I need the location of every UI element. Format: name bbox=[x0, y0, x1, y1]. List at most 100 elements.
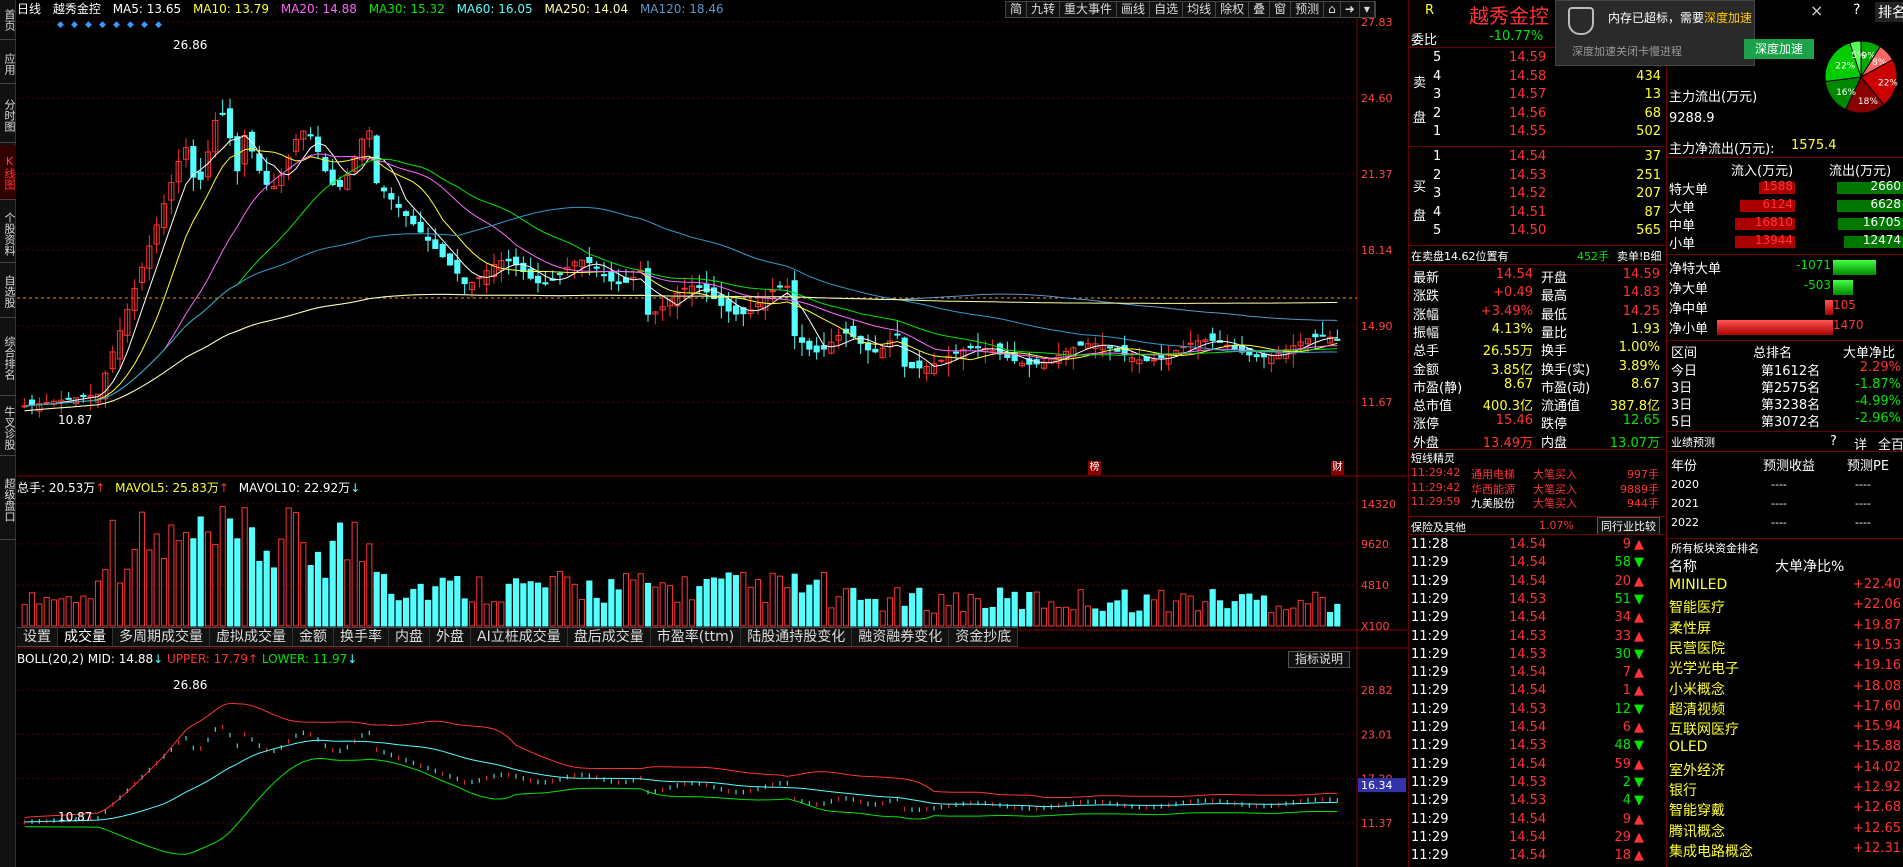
cai-marker[interactable]: 财 bbox=[1331, 461, 1344, 475]
sidebar-tab-6[interactable]: 综合排名 bbox=[0, 320, 16, 396]
volume-bar bbox=[710, 577, 718, 627]
boll-upper-line bbox=[24, 702, 1338, 818]
sidebar-tab-1[interactable]: 应用 bbox=[0, 44, 16, 84]
bid-price-1[interactable]: 14.53 bbox=[1509, 168, 1546, 183]
industry-compare-button[interactable]: 同行业比较 bbox=[1597, 517, 1660, 535]
indicator-tab-8[interactable]: AI立桩成交量 bbox=[471, 628, 568, 646]
sector-name-3[interactable]: 民营医院 bbox=[1669, 638, 1725, 658]
sector-ratio-header[interactable]: 大单净比% bbox=[1775, 556, 1844, 576]
indicator-explain-button[interactable]: 指标说明 bbox=[1288, 651, 1350, 668]
sector-name-10[interactable]: 银行 bbox=[1669, 780, 1697, 800]
volume-bar bbox=[872, 599, 879, 627]
sector-name-9[interactable]: 室外经济 bbox=[1669, 760, 1725, 780]
indicator-tab-11[interactable]: 陆股通持股变化 bbox=[741, 628, 853, 646]
sector-ratio-8: +15.88 bbox=[1852, 739, 1901, 755]
indicator-tab-12[interactable]: 融资融券变化 bbox=[852, 628, 950, 646]
industry-name[interactable]: 保险及其他 bbox=[1411, 519, 1466, 535]
ask-price-1[interactable]: 14.58 bbox=[1509, 69, 1546, 84]
forecast-help-button[interactable]: ? bbox=[1830, 434, 1837, 449]
sector-name-0[interactable]: MINILED bbox=[1669, 577, 1727, 593]
lock-icon[interactable]: ⌂ bbox=[1324, 2, 1341, 17]
volume-bar bbox=[571, 583, 578, 627]
bid-price-4[interactable]: 14.50 bbox=[1509, 223, 1546, 238]
indicator-tab-6[interactable]: 内盘 bbox=[389, 628, 430, 646]
toolbar-btn-7[interactable]: 叠 bbox=[1249, 2, 1271, 17]
sector-name-13[interactable]: 集成电路概念 bbox=[1669, 841, 1753, 861]
kline-charts[interactable]: ◆ ◆ ◆ ◆ ◆ ◆ ◆ ◆ 27.83 24.60 21.37 18.14 14.90 11.67 1… bbox=[17, 18, 1407, 867]
sidebar-tab-7[interactable]: 牛叉诊股 bbox=[0, 400, 16, 456]
deep-speedup-button[interactable]: 深度加速 bbox=[1744, 39, 1814, 59]
popup-link[interactable]: 深度加速 bbox=[1704, 11, 1752, 25]
bid-price-3[interactable]: 14.51 bbox=[1509, 205, 1546, 220]
sector-name-7[interactable]: 互联网医疗 bbox=[1669, 719, 1739, 739]
volume-bar bbox=[292, 512, 300, 627]
candle-body bbox=[1231, 345, 1238, 350]
indicator-tab-0[interactable]: 设置 bbox=[17, 628, 58, 646]
sector-name-1[interactable]: 智能医疗 bbox=[1669, 597, 1725, 617]
bid-price-0[interactable]: 14.54 bbox=[1509, 149, 1546, 164]
bid-price-2[interactable]: 14.52 bbox=[1509, 186, 1546, 201]
ask-price-2[interactable]: 14.57 bbox=[1509, 87, 1546, 102]
stat-right-value-1: 14.83 bbox=[1622, 285, 1660, 301]
volume-bar bbox=[1334, 603, 1341, 627]
kline-candles[interactable] bbox=[21, 98, 1341, 418]
outflow-header: 流出(万元) bbox=[1829, 164, 1892, 179]
short-stock-2[interactable]: 九美股份 bbox=[1471, 495, 1515, 511]
position-detail-button[interactable]: B细 bbox=[1643, 248, 1662, 264]
indicator-tab-10[interactable]: 市盈率(ttm) bbox=[651, 628, 742, 646]
sector-name-4[interactable]: 光学光电子 bbox=[1669, 658, 1739, 678]
tick-arrow-icon: ▲ bbox=[1634, 537, 1644, 552]
sidebar-tab-8[interactable]: 超级盘口 bbox=[0, 460, 16, 540]
stat-right-label-2: 最低 bbox=[1541, 307, 1568, 323]
stat-left-value-3: 4.13% bbox=[1491, 321, 1533, 337]
ma-lines bbox=[24, 135, 1338, 412]
toolbar-btn-1[interactable]: 九转 bbox=[1027, 2, 1061, 17]
stat-right-value-3: 1.93 bbox=[1631, 321, 1660, 337]
indicator-tab-1[interactable]: 成交量 bbox=[58, 628, 113, 646]
sidebar-tab-3[interactable]: K线图 bbox=[0, 145, 16, 200]
volume-bar bbox=[1048, 601, 1055, 627]
indicator-tab-9[interactable]: 盘后成交量 bbox=[568, 628, 651, 646]
volume-bar bbox=[1319, 597, 1326, 627]
sector-name-11[interactable]: 智能穿戴 bbox=[1669, 800, 1725, 820]
ask-price-4[interactable]: 14.55 bbox=[1509, 124, 1546, 139]
sidebar-tab-2[interactable]: 分时图 bbox=[0, 88, 16, 143]
popup-close-icon[interactable]: × bbox=[1810, 1, 1823, 20]
indicator-tab-13[interactable]: 资金抄底 bbox=[949, 628, 1019, 646]
toolbar-btn-8[interactable]: 窗 bbox=[1270, 2, 1292, 17]
sector-name-2[interactable]: 柔性屏 bbox=[1669, 618, 1711, 638]
ratio-header: 大单净比 bbox=[1843, 346, 1896, 361]
period-label[interactable]: 日线 bbox=[17, 2, 41, 16]
toolbar-btn-3[interactable]: 画线 bbox=[1117, 2, 1151, 17]
ma250-line bbox=[24, 293, 1338, 412]
toolbar-btn-0[interactable]: 简 bbox=[1006, 2, 1028, 17]
sector-name-5[interactable]: 小米概念 bbox=[1669, 679, 1725, 699]
rank-button[interactable]: 排名 bbox=[1875, 2, 1903, 22]
sidebar-tab-0[interactable]: 首页 bbox=[0, 0, 16, 40]
sidebar-tab-5[interactable]: 自选股 bbox=[0, 266, 16, 318]
sector-name-8[interactable]: OLED bbox=[1669, 739, 1707, 755]
indicator-tab-4[interactable]: 金额 bbox=[293, 628, 334, 646]
sector-name-12[interactable]: 腾讯概念 bbox=[1669, 821, 1725, 841]
export-icon[interactable]: ➜ bbox=[1341, 2, 1360, 17]
indicator-tab-5[interactable]: 换手率 bbox=[334, 628, 389, 646]
toolbar-btn-6[interactable]: 除权 bbox=[1216, 2, 1250, 17]
bang-marker[interactable]: 榜 bbox=[1088, 461, 1101, 475]
menu-arrow-icon[interactable]: ▾ bbox=[1360, 2, 1375, 17]
ask-price-0[interactable]: 14.59 bbox=[1509, 50, 1546, 65]
volume-bar bbox=[542, 587, 549, 627]
indicator-tab-2[interactable]: 多周期成交量 bbox=[113, 628, 210, 646]
ask-price-3[interactable]: 14.56 bbox=[1509, 106, 1546, 121]
candle-body bbox=[226, 108, 234, 139]
toolbar-btn-9[interactable]: 预测 bbox=[1291, 2, 1325, 17]
indicator-tab-3[interactable]: 虚拟成交量 bbox=[210, 628, 293, 646]
toolbar-btn-4[interactable]: 自选 bbox=[1150, 2, 1184, 17]
toolbar-btn-5[interactable]: 均线 bbox=[1183, 2, 1217, 17]
candle-body bbox=[307, 134, 314, 137]
indicator-tab-7[interactable]: 外盘 bbox=[430, 628, 471, 646]
toolbar-btn-2[interactable]: 重大事件 bbox=[1060, 2, 1118, 17]
sector-name-6[interactable]: 超清视频 bbox=[1669, 699, 1725, 719]
sidebar-tab-4[interactable]: 个股资料 bbox=[0, 205, 16, 263]
volume-bar bbox=[908, 593, 916, 627]
help-button[interactable]: ? bbox=[1853, 2, 1860, 18]
